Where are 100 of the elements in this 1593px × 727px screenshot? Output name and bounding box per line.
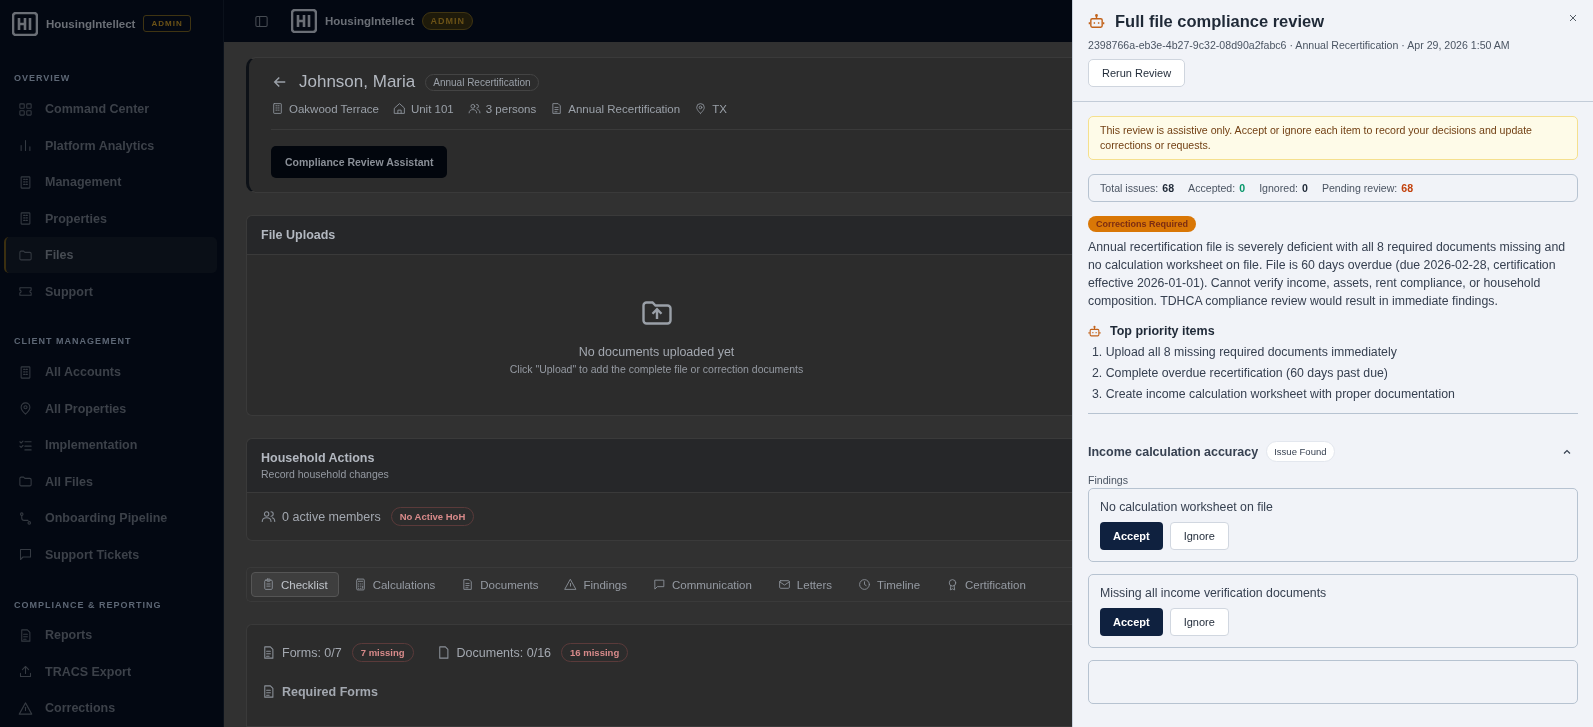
card-title: Household Actions — [261, 451, 376, 465]
ignore-button[interactable]: Ignore — [1169, 608, 1229, 636]
nav-item[interactable]: Support Tickets — [4, 537, 217, 573]
card-title: File Uploads — [261, 228, 337, 242]
tab[interactable]: Communication — [641, 572, 763, 597]
stat-label: Ignored: — [1259, 182, 1298, 194]
nav-item[interactable]: Command Center — [4, 91, 217, 127]
admin-badge: ADMIN — [422, 12, 473, 30]
map-pin-icon — [18, 401, 33, 417]
empty-state-hint: Click "Upload" to add the complete file or correction documents — [509, 363, 804, 375]
tab[interactable]: Documents — [450, 572, 550, 597]
robot-icon — [1088, 13, 1105, 30]
nav-item[interactable]: Implementation — [4, 427, 217, 463]
accept-button[interactable]: Accept — [1100, 522, 1163, 550]
tab[interactable]: Checklist — [251, 572, 339, 597]
document-icon — [461, 578, 475, 591]
household-detail: 3 persons — [485, 102, 537, 115]
brand-name: HousingIntellect — [46, 17, 136, 30]
nav-item[interactable]: All Files — [4, 464, 217, 500]
grid-icon — [18, 101, 33, 117]
folder-icon — [18, 247, 33, 263]
card-subtitle: Record household changes — [261, 468, 390, 480]
close-icon[interactable] — [1567, 12, 1579, 24]
nav-item[interactable]: Properties — [4, 200, 217, 237]
nav-item[interactable]: All Accounts — [4, 354, 217, 390]
finding-text: No calculation worksheet on file — [1100, 500, 1274, 514]
brand-name: HousingIntellect — [325, 15, 415, 27]
section-title: Required Forms — [282, 684, 378, 699]
stat-value: 0 — [1239, 182, 1246, 194]
sidebar-toggle-icon[interactable] — [254, 13, 269, 29]
section-heading: OVERVIEW — [13, 72, 72, 86]
status-badge: Issue Found — [1266, 441, 1335, 462]
clipboard-icon — [262, 578, 275, 591]
chat-icon — [18, 547, 33, 563]
stat-value: 0 — [1302, 182, 1308, 194]
section-heading: CLIENT MANAGEMENT — [13, 335, 133, 349]
route-icon — [18, 510, 33, 526]
folder-icon — [18, 474, 33, 490]
admin-badge: ADMIN — [143, 15, 191, 33]
building-icon — [18, 211, 33, 227]
stat-label: Total issues: — [1100, 182, 1159, 194]
household-detail: Unit 101 — [410, 102, 454, 115]
member-count: 0 active members — [282, 509, 381, 524]
household-detail: Annual Recertification — [568, 102, 681, 115]
map-pin-icon — [694, 102, 708, 115]
clock-icon — [858, 578, 872, 591]
bar-chart-icon — [18, 138, 33, 154]
priority-item: 2. Complete overdue recertification (60 days past due) — [1092, 366, 1389, 380]
people-icon — [467, 102, 481, 115]
nav-item[interactable]: Onboarding Pipeline — [4, 500, 217, 536]
nav-item[interactable]: All Properties — [4, 390, 217, 427]
warning-icon — [564, 578, 578, 591]
priority-item: 1. Upload all 8 missing required documents immediately — [1092, 345, 1398, 359]
tab[interactable]: Letters — [766, 572, 844, 597]
notice-banner: This review is assistive only. Accept or ignore each item to record your decisions and update corrections or requests. — [1088, 116, 1578, 160]
nav-item[interactable]: Corrections — [4, 690, 217, 727]
nav-item[interactable]: Files — [4, 237, 217, 273]
home-icon — [392, 102, 406, 115]
section-heading: COMPLIANCE & REPORTING — [13, 598, 163, 612]
household-detail: Oakwood Terrace — [289, 102, 379, 115]
drawer-title: Full file compliance review — [1115, 12, 1326, 31]
summary-text: Annual recertification file is severely deficient with all 8 required documents missing and no calculation worksheet on file. File is 60 days overdue (due 2026-02-28, certification effective 2026-01-01). Cannot verify income, assets, rent compliance, or household composition. TDHCA compliance review would result in immediate findings. — [1088, 239, 1567, 310]
nav-item[interactable]: TRACS Export — [4, 654, 217, 690]
document-icon — [550, 102, 564, 115]
accept-button[interactable]: Accept — [1100, 608, 1163, 636]
rerun-review-button[interactable]: Rerun Review — [1088, 59, 1186, 87]
nav-item[interactable]: Platform Analytics — [4, 127, 217, 164]
people-icon — [261, 509, 276, 524]
nav-item[interactable]: Support — [4, 273, 217, 310]
tab[interactable]: Timeline — [847, 572, 932, 597]
stat-label: Pending review: — [1321, 182, 1398, 194]
household-name: Johnson, Maria — [299, 72, 416, 92]
logo-icon — [291, 9, 317, 33]
building-icon — [271, 102, 284, 115]
priority-item: 3. Create income calculation worksheet with proper documentation — [1092, 387, 1456, 401]
tab[interactable]: Certification — [935, 572, 1037, 597]
section-title: Income calculation accuracy — [1088, 444, 1259, 459]
empty-state-title: No documents uploaded yet — [578, 345, 735, 359]
nav-item[interactable]: Management — [4, 164, 217, 200]
finding-text: Missing all income verification documents — [1100, 586, 1328, 600]
building-icon — [18, 174, 33, 190]
compliance-assistant-button[interactable]: Compliance Review Assistant — [271, 146, 448, 178]
warning-icon — [18, 700, 33, 716]
stat-value: 68 — [1401, 182, 1414, 194]
tab[interactable]: Findings — [553, 572, 638, 597]
calculator-icon — [353, 578, 367, 591]
envelope-icon — [777, 578, 791, 591]
chat-icon — [652, 578, 666, 591]
ignore-button[interactable]: Ignore — [1169, 522, 1229, 550]
tab[interactable]: Calculations — [342, 572, 447, 597]
document-icon — [261, 645, 276, 660]
nav-item[interactable]: Reports — [4, 617, 217, 654]
review-meta: 2398766a-eb3e-4b27-9c32-08d90a2fabc6 · Annual Recertification · Apr 29, 2026 1:50 AM — [1088, 39, 1511, 51]
upload-icon — [18, 664, 33, 680]
stat-label: Accepted: — [1188, 182, 1236, 194]
documents-count: Documents: 0/16 — [456, 645, 552, 660]
household-detail: TX — [712, 102, 727, 115]
building-icon — [18, 364, 33, 380]
document-icon — [261, 684, 276, 699]
stat-value: 68 — [1162, 182, 1175, 194]
